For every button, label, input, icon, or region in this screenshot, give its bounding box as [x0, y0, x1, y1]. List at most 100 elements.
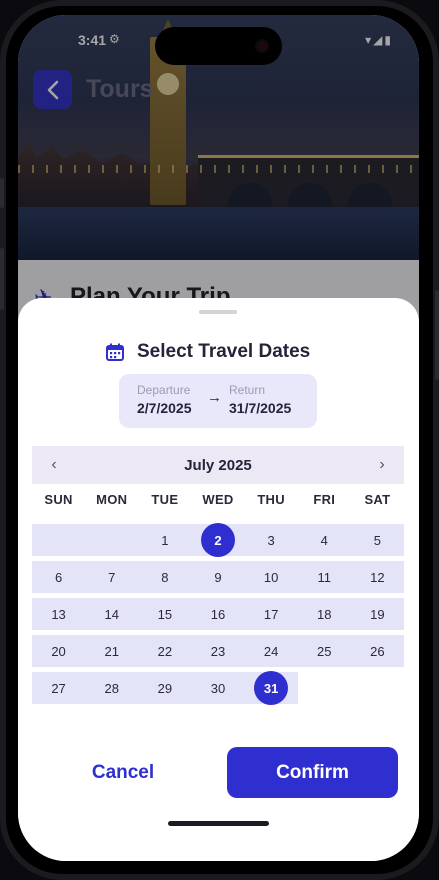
- calendar-day[interactable]: 22: [138, 635, 192, 667]
- departure-label: Departure: [137, 383, 191, 397]
- calendar-day[interactable]: 29: [138, 672, 192, 704]
- calendar-day[interactable]: 14: [85, 598, 139, 630]
- calendar-day[interactable]: 27: [32, 672, 86, 704]
- weekday-header-row: SUN MON TUE WED THU FRI SAT: [32, 492, 404, 516]
- weekday-label: THU: [257, 492, 285, 507]
- calendar-day-number: 19: [370, 606, 385, 622]
- departure-value: 2/7/2025: [137, 400, 192, 416]
- previous-month-button[interactable]: ‹: [32, 456, 76, 474]
- weekday-label: SUN: [44, 492, 73, 507]
- calendar-day-number: 2: [200, 523, 235, 557]
- return-label: Return: [229, 383, 266, 397]
- calendar-day-number: 10: [263, 569, 279, 585]
- calendar-day[interactable]: 25: [297, 635, 351, 667]
- calendar-day-number: 9: [214, 569, 222, 585]
- calendar: ‹ July 2025 › SUN MON TUE WED THU FRI SAT 1234…: [32, 446, 404, 705]
- calendar-day[interactable]: 28: [85, 672, 139, 704]
- calendar-day-number: 21: [104, 643, 119, 659]
- calendar-day-number: 7: [108, 569, 116, 585]
- calendar-day-number: 12: [370, 569, 385, 585]
- calendar-day[interactable]: 24: [244, 635, 298, 667]
- weekday-label: TUE: [151, 492, 179, 507]
- calendar-day[interactable]: 19: [350, 598, 404, 630]
- calendar-day-number: 1: [161, 532, 169, 548]
- calendar-day-number: 17: [263, 606, 279, 622]
- calendar-empty-cell: [351, 672, 404, 704]
- calendar-day[interactable]: 23: [191, 635, 245, 667]
- calendar-day-selected-end[interactable]: 31: [244, 671, 298, 705]
- calendar-day-number: 24: [263, 643, 279, 659]
- calendar-day-number: 27: [51, 680, 66, 696]
- calendar-day-number: 15: [157, 606, 173, 622]
- calendar-day[interactable]: 4: [297, 524, 351, 556]
- calendar-day[interactable]: 18: [297, 598, 351, 630]
- calendar-day-number: 16: [210, 606, 226, 622]
- calendar-day-number: 23: [210, 643, 226, 659]
- phone-device: 3:41 ⚙ ▾◢▮ Tours ✈ Plan Your Trip: [0, 0, 439, 880]
- next-month-button[interactable]: ›: [360, 456, 404, 474]
- calendar-day[interactable]: 7: [85, 561, 139, 593]
- calendar-day[interactable]: 15: [138, 598, 192, 630]
- arrow-right-icon: →: [207, 389, 222, 406]
- calendar-empty-cell: [298, 672, 351, 704]
- calendar-day-number: 22: [157, 643, 173, 659]
- calendar-day[interactable]: 8: [138, 561, 192, 593]
- departure-block: Departure 2/7/2025: [137, 383, 192, 416]
- calendar-day[interactable]: 30: [191, 672, 245, 704]
- calendar-day-number: 25: [317, 643, 332, 659]
- calendar-day-number: 28: [104, 680, 119, 696]
- cancel-button[interactable]: Cancel: [58, 748, 188, 798]
- return-value: 31/7/2025: [229, 400, 292, 416]
- calendar-day-number: 6: [54, 569, 63, 585]
- calendar-day-number: 5: [373, 532, 382, 548]
- date-range-summary: Departure 2/7/2025 → Return 31/7/2025: [119, 374, 317, 428]
- calendar-header: ‹ July 2025 ›: [32, 446, 404, 484]
- calendar-day-number: 14: [104, 606, 119, 622]
- weekday-label: FRI: [313, 492, 336, 507]
- calendar-day-number: 11: [317, 569, 332, 585]
- month-label: July 2025: [184, 456, 252, 474]
- weekday-label: WED: [202, 492, 234, 507]
- calendar-day[interactable]: 13: [32, 598, 86, 630]
- calendar-icon: [106, 343, 124, 361]
- weekday-label: MON: [96, 492, 128, 507]
- date-picker-sheet: Select Travel Dates Departure 2/7/2025 →…: [18, 298, 419, 861]
- confirm-button[interactable]: Confirm: [227, 747, 398, 798]
- day-grid: 1 2 3 4 5 6 7 8 9 10 11 12 13 14 15 16 17 18 19 20 21 22 23 24 2…: [32, 523, 404, 705]
- chevron-right-icon: ›: [379, 456, 385, 473]
- volume-up-button: [0, 248, 4, 310]
- calendar-day[interactable]: 16: [191, 598, 245, 630]
- calendar-day[interactable]: 3: [244, 524, 298, 556]
- sheet-title-row: Select Travel Dates: [106, 338, 310, 366]
- calendar-day[interactable]: 5: [350, 524, 404, 556]
- calendar-day[interactable]: 10: [244, 561, 298, 593]
- calendar-day-number: 8: [161, 569, 169, 585]
- calendar-day-number: 31: [254, 671, 289, 705]
- calendar-day-number: 18: [317, 606, 332, 622]
- calendar-day[interactable]: 17: [244, 598, 298, 630]
- screen: 3:41 ⚙ ▾◢▮ Tours ✈ Plan Your Trip: [18, 15, 419, 861]
- calendar-blank-cell: [85, 524, 139, 556]
- sheet-title: Select Travel Dates: [137, 341, 311, 362]
- chevron-left-icon: ‹: [51, 456, 57, 473]
- weekday-label: SAT: [364, 492, 391, 507]
- calendar-day[interactable]: 9: [191, 561, 245, 593]
- side-button: [0, 178, 4, 208]
- calendar-day[interactable]: 20: [32, 635, 86, 667]
- calendar-day[interactable]: 26: [350, 635, 404, 667]
- calendar-day[interactable]: 21: [85, 635, 139, 667]
- calendar-day-number: 26: [370, 643, 385, 659]
- calendar-day[interactable]: 12: [350, 561, 404, 593]
- calendar-day-number: 30: [210, 680, 226, 696]
- calendar-blank-cell: [32, 524, 86, 556]
- sheet-drag-handle[interactable]: [199, 310, 237, 314]
- calendar-day-number: 13: [51, 606, 66, 622]
- calendar-day[interactable]: 6: [32, 561, 86, 593]
- power-button: [435, 290, 439, 380]
- calendar-day-number: 3: [267, 532, 275, 548]
- calendar-day[interactable]: 1: [138, 524, 192, 556]
- calendar-day-number: 20: [51, 643, 66, 659]
- calendar-day[interactable]: 11: [297, 561, 351, 593]
- return-block: Return 31/7/2025: [229, 383, 291, 416]
- calendar-day-selected-start[interactable]: 2: [191, 523, 245, 557]
